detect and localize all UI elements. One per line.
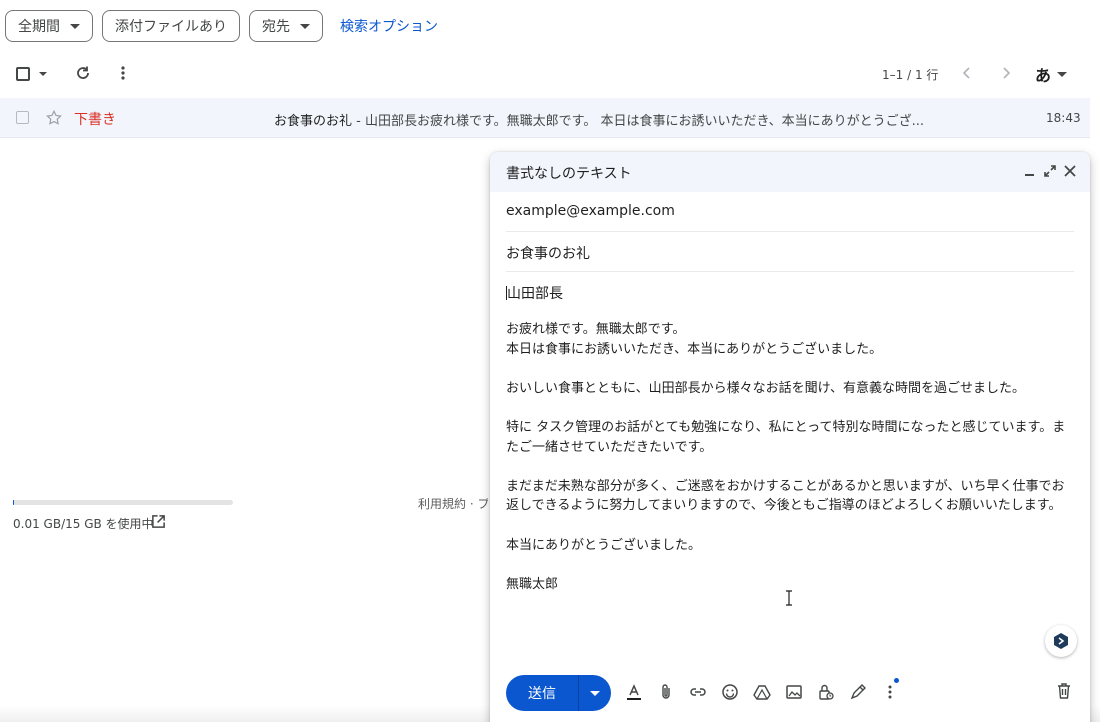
- row-separator: -: [352, 114, 365, 129]
- confidential-mode-icon[interactable]: [816, 682, 836, 702]
- body-first-line[interactable]: 山田部長: [506, 272, 1074, 312]
- row-time: 18:43: [1046, 111, 1081, 125]
- signature-icon[interactable]: [848, 682, 868, 702]
- message-body[interactable]: お疲れ様です。無職太郎です。 本日は食事にお誘いいただき、本当にありがとうござい…: [506, 320, 1076, 594]
- recipient-filter-chip[interactable]: 宛先: [249, 10, 323, 42]
- period-filter-label: 全期間: [18, 19, 60, 35]
- draft-label: 下書き: [74, 112, 116, 128]
- open-external-icon[interactable]: [151, 514, 166, 529]
- body-line: [506, 359, 1076, 379]
- ime-label: あ: [1035, 66, 1052, 85]
- insert-photo-icon[interactable]: [784, 682, 804, 702]
- pagination-text: 1–1 / 1 行: [882, 68, 939, 82]
- row-preview: お食事のお礼 - 山田部長お疲れ様です。無職太郎です。 本日は食事にお誘いいただ…: [274, 110, 974, 129]
- gmail-window: 全期間 添付ファイルあり 宛先 検索オプション 1–1 / 1 行 あ 下書き …: [0, 0, 1100, 722]
- recipient-filter-label: 宛先: [262, 19, 290, 35]
- body-line: 特に タスク管理のお話がとても勉強になり、私にとって特別な時間になったと感じてい…: [506, 419, 1066, 455]
- to-field[interactable]: example@example.com: [506, 192, 1074, 232]
- filter-chips: 全期間 添付ファイルあり 宛先 検索オプション: [5, 10, 438, 42]
- notification-dot: [894, 678, 899, 683]
- formatting-options-icon[interactable]: [624, 682, 644, 702]
- body-line: まだまだ未熟な部分が多く、ご迷惑をおかけすることがあるかと思いますが、いち早く仕…: [506, 478, 1065, 514]
- discard-draft-icon[interactable]: [1056, 682, 1072, 700]
- input-tools-button[interactable]: あ: [1035, 62, 1068, 86]
- hexagon-logo-icon: [1054, 633, 1068, 649]
- row-subject: お食事のお礼: [274, 114, 353, 129]
- subject-field[interactable]: お食事のお礼: [506, 232, 1074, 272]
- attach-icon[interactable]: [656, 682, 676, 702]
- drive-icon[interactable]: [752, 682, 772, 702]
- emoji-icon[interactable]: [720, 682, 740, 702]
- body-line: [506, 457, 1076, 477]
- select-all-checkbox[interactable]: [16, 67, 30, 81]
- minimize-icon[interactable]: [1025, 174, 1034, 176]
- body-line: おいしい食事とともに、山田部長から様々なお話を聞け、有意義な時間を過ごせました。: [506, 380, 1025, 396]
- row-checkbox[interactable]: [16, 111, 29, 124]
- chevron-down-icon: [300, 23, 310, 29]
- ibeam-cursor-icon: [786, 590, 792, 606]
- insert-link-icon[interactable]: [688, 682, 708, 702]
- compose-window: 書式なしのテキスト example@example.com お食事のお礼 山田部…: [490, 152, 1090, 722]
- send-controls: 送信: [506, 675, 611, 711]
- body-greeting: 山田部長: [507, 286, 563, 302]
- subject-value: お食事のお礼: [506, 246, 590, 262]
- chevron-left-icon[interactable]: [960, 65, 974, 81]
- storage-usage-text: 0.01 GB/15 GB を使用中: [13, 517, 154, 531]
- chevron-down-icon: [590, 690, 600, 696]
- body-line: 本日は食事にお誘いいただき、本当にありがとうございました。: [506, 341, 883, 357]
- compose-header[interactable]: 書式なしのテキスト: [490, 152, 1090, 192]
- period-filter-chip[interactable]: 全期間: [5, 10, 93, 42]
- more-vert-icon[interactable]: [120, 65, 126, 81]
- footer-links[interactable]: 利用規約 · プ: [418, 495, 488, 512]
- close-icon[interactable]: [1063, 164, 1077, 178]
- chevron-right-icon[interactable]: [999, 65, 1013, 81]
- attachment-filter-chip[interactable]: 添付ファイルあり: [102, 10, 240, 42]
- storage-fill: [13, 500, 15, 505]
- chevron-down-icon: [1057, 71, 1068, 77]
- select-menu-chevron-icon[interactable]: [39, 72, 47, 76]
- refresh-icon[interactable]: [75, 65, 91, 81]
- star-icon[interactable]: [45, 109, 63, 127]
- body-line: [506, 516, 1076, 536]
- send-button[interactable]: 送信: [506, 675, 578, 711]
- compose-title: 書式なしのテキスト: [506, 166, 632, 182]
- storage-bar: [13, 500, 233, 505]
- send-options-button[interactable]: [578, 675, 611, 711]
- assistant-icon[interactable]: [1045, 625, 1077, 657]
- more-options-icon[interactable]: [880, 678, 900, 702]
- body-line: お疲れ様です。無職太郎です。: [506, 322, 686, 337]
- to-recipient: example@example.com: [506, 203, 675, 219]
- body-line: [506, 398, 1076, 418]
- list-toolbar: 1–1 / 1 行 あ: [0, 56, 1090, 92]
- chevron-down-icon: [70, 23, 80, 29]
- message-row[interactable]: 下書き お食事のお礼 - 山田部長お疲れ様です。無職太郎です。 本日は食事にお誘…: [0, 98, 1090, 138]
- row-snippet: 山田部長お疲れ様です。無職太郎です。 本日は食事にお誘いいただき、本当にありがと…: [364, 114, 925, 129]
- attachment-filter-label: 添付ファイルあり: [115, 19, 227, 35]
- expand-icon[interactable]: [1043, 164, 1057, 178]
- search-options-link[interactable]: 検索オプション: [340, 16, 438, 36]
- body-line: [506, 555, 1076, 575]
- compose-toolbar: [624, 678, 900, 702]
- body-line: 本当にありがとうございました。: [506, 537, 702, 553]
